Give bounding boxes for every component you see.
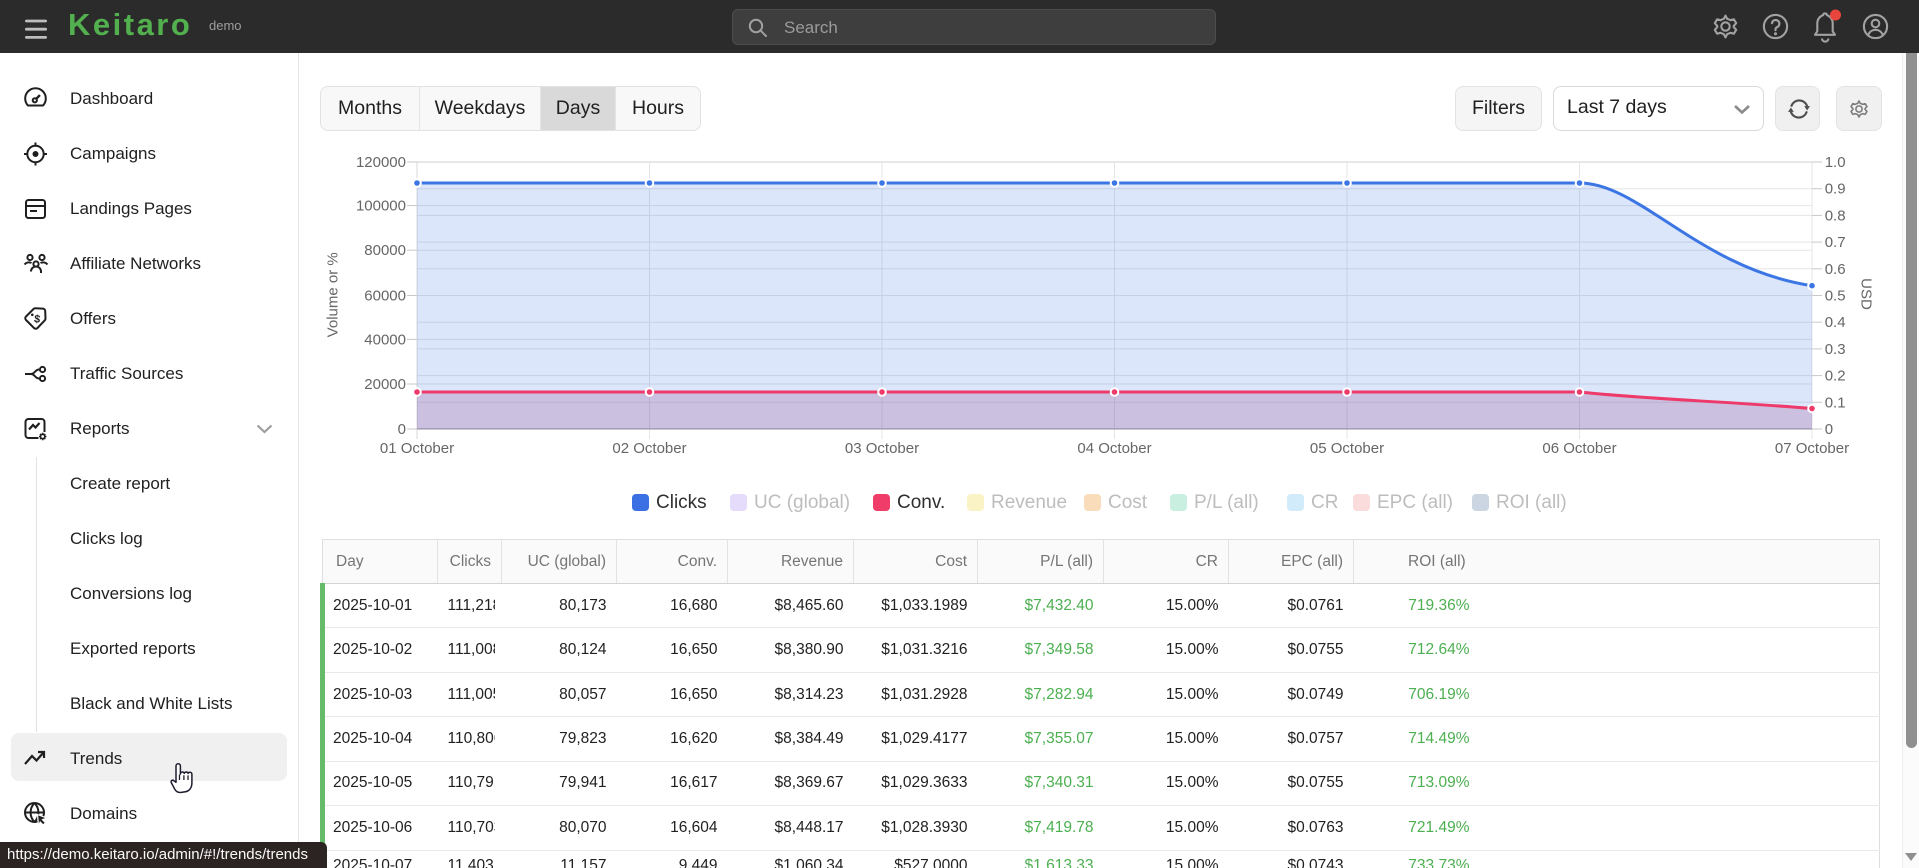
svg-text:04 October: 04 October (1077, 440, 1151, 457)
svg-text:0.5: 0.5 (1825, 288, 1846, 305)
svg-text:80000: 80000 (364, 242, 406, 259)
svg-text:$: $ (33, 313, 41, 326)
svg-text:05 October: 05 October (1310, 440, 1384, 457)
svg-text:40000: 40000 (364, 331, 406, 348)
svg-text:1.0: 1.0 (1825, 154, 1846, 171)
svg-text:60000: 60000 (364, 288, 406, 305)
svg-text:USD: USD (1858, 278, 1875, 310)
svg-text:0.3: 0.3 (1825, 341, 1846, 358)
svg-text:0.8: 0.8 (1825, 207, 1846, 224)
svg-text:0.9: 0.9 (1825, 181, 1846, 198)
svg-text:07 October: 07 October (1775, 440, 1849, 457)
svg-text:0.6: 0.6 (1825, 261, 1846, 278)
svg-text:0.7: 0.7 (1825, 234, 1846, 251)
svg-text:0: 0 (1825, 421, 1833, 438)
svg-text:02 October: 02 October (612, 440, 686, 457)
svg-text:0.2: 0.2 (1825, 368, 1846, 385)
svg-text:100000: 100000 (356, 198, 406, 215)
svg-text:120000: 120000 (356, 154, 406, 171)
svg-text:0: 0 (398, 421, 406, 438)
svg-text:06 October: 06 October (1542, 440, 1616, 457)
svg-text:Volume or %: Volume or % (325, 252, 342, 337)
svg-text:03 October: 03 October (845, 440, 919, 457)
svg-text:0.1: 0.1 (1825, 394, 1846, 411)
svg-text:0.4: 0.4 (1825, 314, 1846, 331)
svg-text:01 October: 01 October (380, 440, 454, 457)
svg-text:20000: 20000 (364, 376, 406, 393)
